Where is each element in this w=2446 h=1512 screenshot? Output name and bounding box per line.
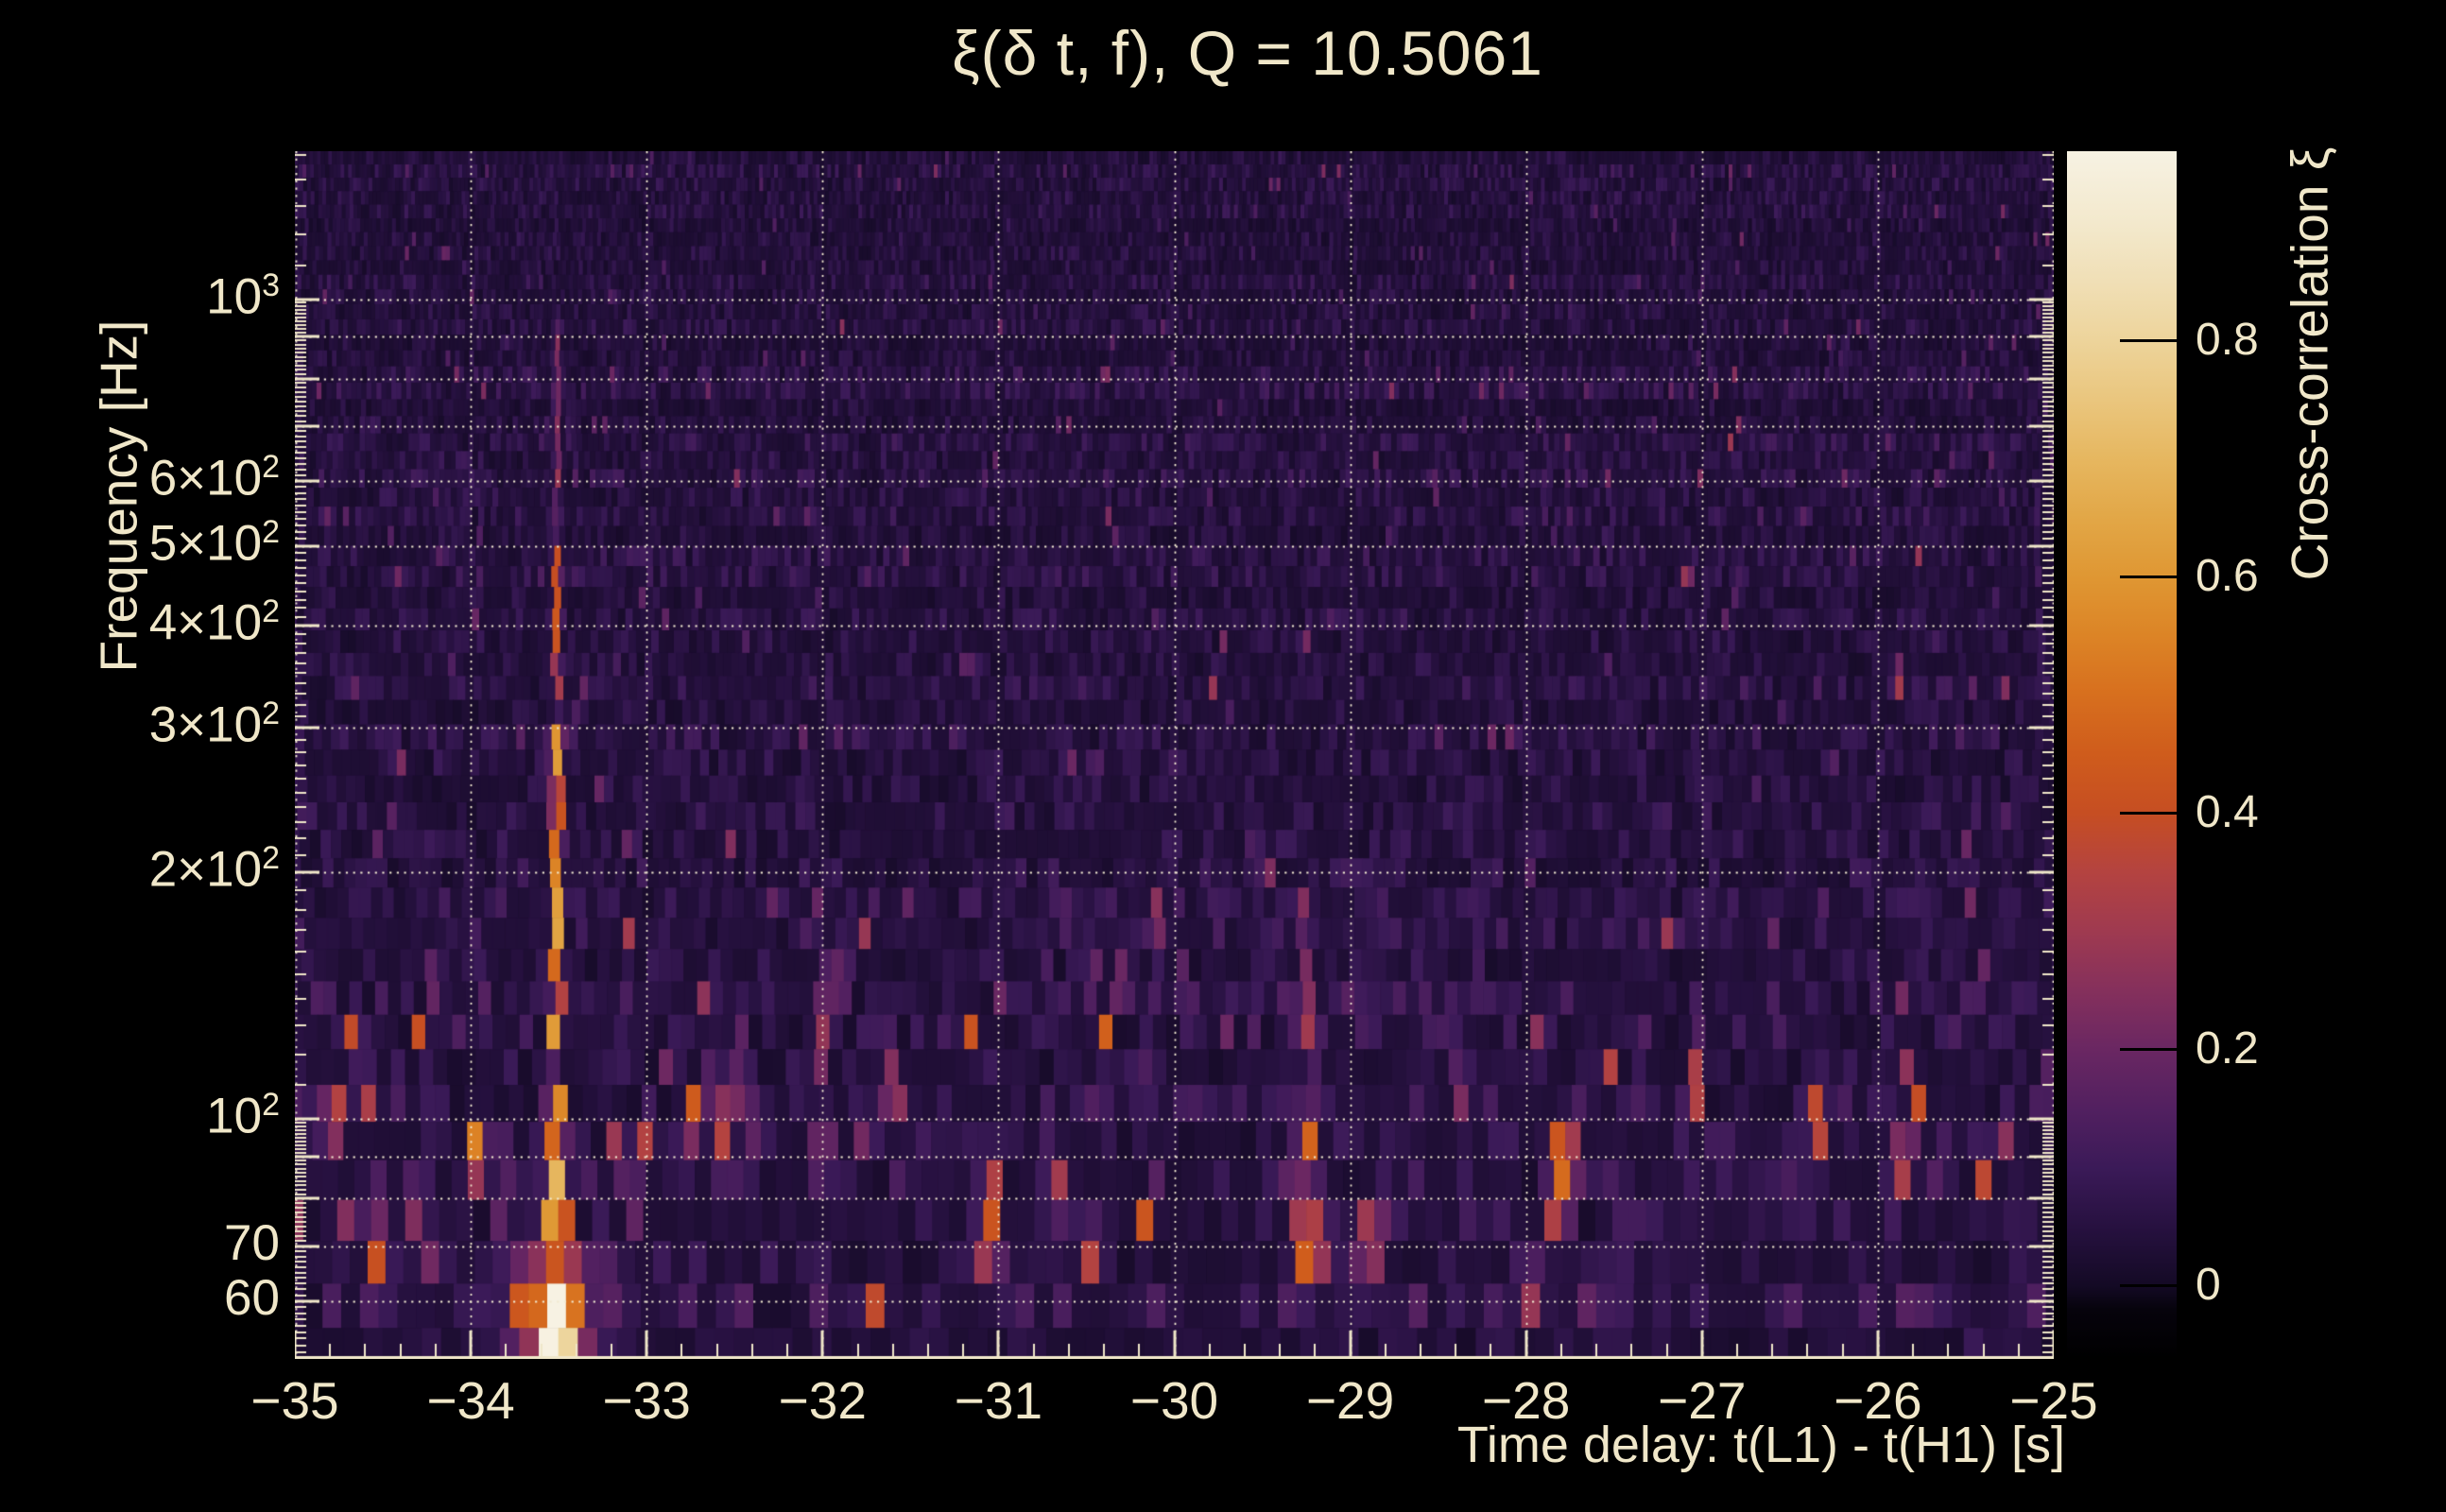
y-tick-label: 60 bbox=[224, 1269, 280, 1326]
y-tick-label: 103 bbox=[206, 266, 280, 325]
colorbar-tick-label: 0 bbox=[2196, 1260, 2221, 1311]
y-tick-label: 4×102 bbox=[148, 593, 280, 651]
colorbar-tick-label: 0.4 bbox=[2196, 787, 2259, 838]
x-axis-title: Time delay: t(L1) - t(H1) [s] bbox=[1456, 1417, 2065, 1473]
colorbar-tick-label: 0.8 bbox=[2196, 315, 2259, 366]
y-tick-label: 3×102 bbox=[148, 696, 280, 753]
y-tick-label: 70 bbox=[224, 1214, 280, 1271]
colorbar-tick bbox=[2120, 811, 2177, 815]
heatmap-canvas bbox=[295, 151, 2054, 1359]
colorbar-tick-label: 0.2 bbox=[2196, 1023, 2259, 1074]
colorbar-tick-label: 0.6 bbox=[2196, 551, 2259, 602]
colorbar-tick bbox=[2120, 1283, 2177, 1287]
figure: ξ(δ t, f), Q = 10.5061 Frequency [Hz] −3… bbox=[0, 0, 2446, 1512]
colorbar bbox=[2067, 151, 2177, 1359]
y-tick-label: 5×102 bbox=[148, 513, 280, 572]
y-tick-label: 102 bbox=[206, 1087, 280, 1144]
colorbar-tick bbox=[2120, 338, 2177, 342]
chart-title: ξ(δ t, f), Q = 10.5061 bbox=[952, 18, 1543, 88]
colorbar-title: Cross-correlation ξ bbox=[2280, 146, 2339, 581]
y-tick-label: 2×102 bbox=[148, 840, 280, 898]
colorbar-tick bbox=[2120, 1047, 2177, 1051]
colorbar-title-wrap: Cross-correlation ξ bbox=[2257, 142, 2361, 586]
y-tick-label: 6×102 bbox=[148, 449, 280, 507]
colorbar-tick bbox=[2120, 575, 2177, 578]
